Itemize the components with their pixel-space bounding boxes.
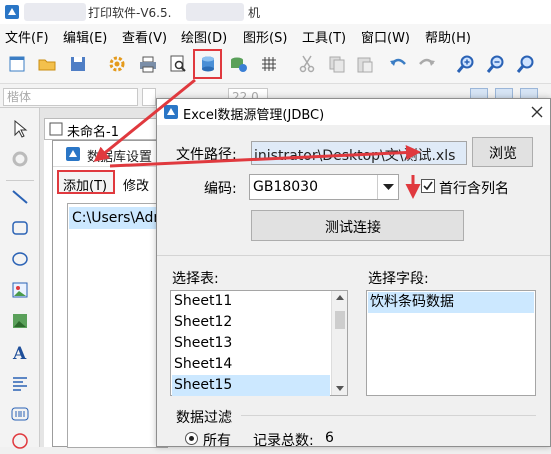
list-item[interactable]: Sheet13: [172, 333, 330, 354]
paste-icon[interactable]: [355, 54, 375, 74]
list-item-selected[interactable]: 饮料条码数据: [368, 292, 534, 313]
encoding-value: GB18030: [253, 179, 318, 195]
rectangle-tool-icon[interactable]: [11, 219, 29, 237]
add-button[interactable]: 添加(T): [57, 170, 115, 194]
filter-group-label: 数据过滤: [176, 410, 232, 426]
record-count-value: 6: [325, 430, 334, 446]
edit-button[interactable]: 修改: [123, 175, 149, 194]
db-settings-title: 数据库设置: [87, 150, 153, 165]
test-connection-button[interactable]: 测试连接: [251, 210, 464, 241]
separator: [157, 255, 550, 256]
grid-icon[interactable]: [259, 54, 279, 74]
copy-icon[interactable]: [327, 54, 347, 74]
menu-file[interactable]: 文件(F): [5, 27, 49, 46]
pointer-tool-icon[interactable]: [11, 119, 29, 138]
table-list[interactable]: Sheet11 Sheet12 Sheet13 Sheet14 Sheet15: [170, 290, 348, 396]
menu-view[interactable]: 查看(V): [122, 27, 167, 46]
radio-dot: [189, 436, 194, 441]
save-icon[interactable]: [68, 54, 88, 74]
menu-window[interactable]: 窗口(W): [361, 27, 410, 46]
barcode-tool-icon[interactable]: [11, 405, 29, 423]
all-radio[interactable]: [185, 432, 198, 445]
browse-button[interactable]: 浏览: [472, 137, 533, 167]
title-bar: 打印软件-V6.5. 机: [0, 0, 551, 24]
menu-shape[interactable]: 图形(S): [243, 27, 287, 46]
list-item[interactable]: Sheet11: [172, 291, 330, 312]
document-tab-label: 未命名-1: [67, 125, 119, 140]
app-title-suffix: 机: [248, 6, 261, 20]
menu-draw[interactable]: 绘图(D): [181, 27, 227, 46]
font-name-dropdown-icon[interactable]: [142, 88, 156, 106]
ellipse-tool-icon[interactable]: [11, 250, 29, 268]
zoom-in-icon[interactable]: [456, 54, 476, 74]
rich-text-tool-icon[interactable]: [11, 374, 29, 392]
close-icon[interactable]: [527, 102, 547, 122]
database-settings-button[interactable]: [193, 49, 222, 79]
dialog-titlebar: Excel数据源管理(JDBC): [157, 99, 550, 125]
menu-help[interactable]: 帮助(H): [425, 27, 471, 46]
menu-edit[interactable]: 编辑(E): [63, 27, 107, 46]
undo-icon[interactable]: [388, 54, 408, 74]
line-tool-icon[interactable]: [11, 188, 29, 206]
svg-text:A: A: [12, 344, 27, 361]
database-icon: [198, 54, 218, 74]
document-tab[interactable]: 未命名-1: [44, 118, 170, 140]
list-item[interactable]: Sheet14: [172, 354, 330, 375]
select-table-label: 选择表:: [172, 271, 219, 287]
field-list[interactable]: 饮料条码数据: [366, 290, 536, 396]
list-item[interactable]: C:\Users\Adm: [69, 207, 167, 229]
rotate-tool-icon[interactable]: [11, 150, 29, 168]
cut-icon[interactable]: [297, 54, 317, 74]
database-add-icon[interactable]: [228, 54, 248, 74]
list-item[interactable]: Sheet12: [172, 312, 330, 333]
app-icon: [163, 104, 179, 120]
file-path-label: 文件路径:: [176, 147, 237, 163]
first-row-label: 首行含列名: [439, 181, 509, 197]
record-count-label: 记录总数:: [253, 433, 314, 449]
text-tool-icon[interactable]: A: [11, 343, 29, 364]
separator: [6, 180, 34, 181]
font-name-combo[interactable]: 楷体: [3, 88, 138, 106]
blurred-region: [186, 3, 244, 21]
new-file-icon[interactable]: [7, 54, 27, 74]
encoding-select[interactable]: GB18030: [249, 174, 399, 200]
file-path-value: inistrator\Desktop\文\测试.xls: [254, 148, 456, 164]
list-item-selected[interactable]: Sheet15: [172, 375, 330, 396]
app-title: 打印软件-V6.5.: [88, 6, 172, 20]
file-path-field[interactable]: inistrator\Desktop\文\测试.xls: [251, 141, 467, 165]
open-folder-icon[interactable]: [37, 54, 57, 74]
chevron-down-icon[interactable]: [377, 175, 398, 199]
group-line: [241, 415, 536, 416]
add-button-label: 添加(T): [63, 179, 108, 194]
menu-tools[interactable]: 工具(T): [302, 27, 346, 46]
encoding-label: 编码:: [204, 181, 237, 197]
select-field-label: 选择字段:: [368, 271, 429, 287]
document-icon: [49, 122, 63, 136]
print-icon[interactable]: [138, 54, 158, 74]
first-row-checkbox[interactable]: [421, 179, 435, 193]
zoom-out-icon[interactable]: [486, 54, 506, 74]
zoom-fit-icon[interactable]: [516, 54, 536, 74]
picture-tool-icon[interactable]: [11, 312, 29, 330]
menu-bar: 文件(F) 编辑(E) 查看(V) 绘图(D) 图形(S) 工具(T) 窗口(W…: [0, 24, 551, 46]
redo-icon[interactable]: [417, 54, 437, 74]
app-icon: [65, 146, 81, 162]
image-tool-icon[interactable]: [11, 281, 29, 299]
print-preview-icon[interactable]: [168, 54, 188, 74]
blurred-region: [24, 3, 86, 21]
browse-button-label: 浏览: [489, 146, 517, 162]
shape-tool-icon[interactable]: [11, 432, 29, 450]
scrollbar[interactable]: [331, 291, 347, 395]
drawing-tools-panel: A: [0, 108, 40, 450]
test-connection-label: 测试连接: [325, 220, 381, 236]
app-icon: [4, 4, 20, 20]
toolbar: [0, 46, 551, 84]
dialog-title: Excel数据源管理(JDBC): [183, 108, 325, 123]
settings-gear-icon[interactable]: [107, 54, 127, 74]
all-radio-label: 所有: [203, 433, 231, 449]
excel-data-source-dialog: Excel数据源管理(JDBC) 文件路径: inistrator\Deskto…: [156, 98, 551, 449]
database-settings-window: 数据库设置 添加(T) 修改 C:\Users\Adm: [52, 140, 168, 448]
db-settings-titlebar: 数据库设置: [53, 141, 166, 167]
data-source-list[interactable]: C:\Users\Adm: [67, 203, 168, 448]
